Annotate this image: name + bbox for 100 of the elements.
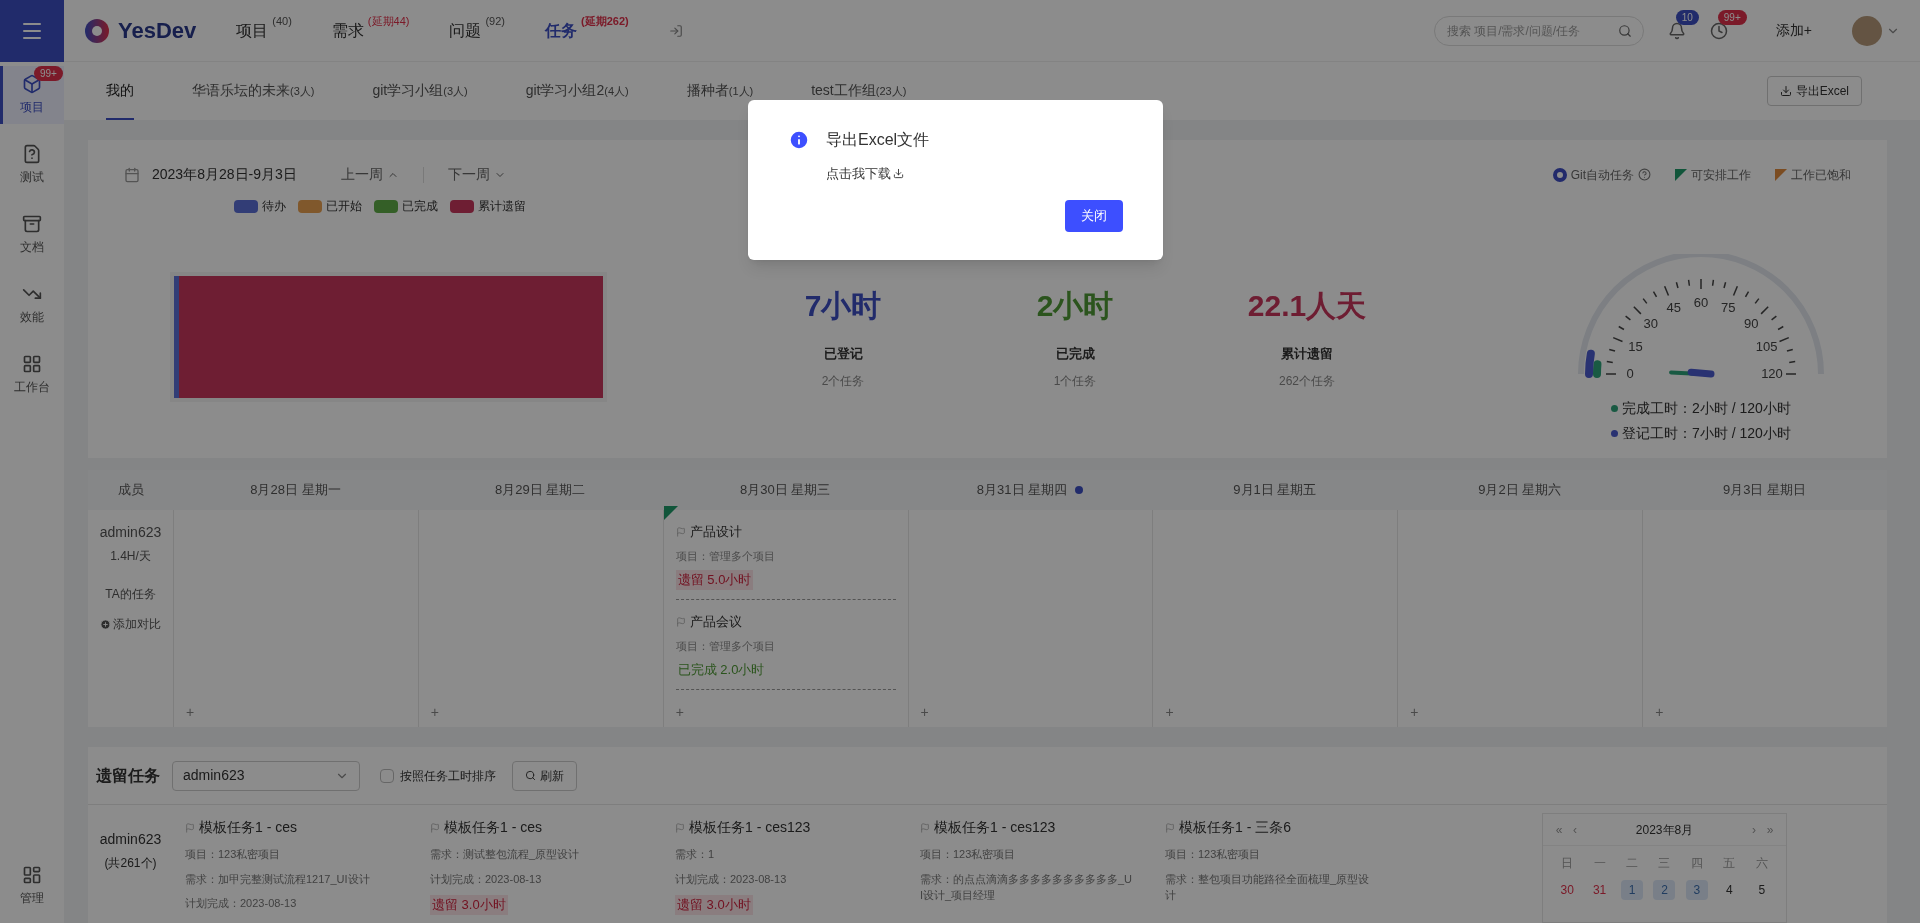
flag-legend-label: 可安排工作 (1691, 166, 1751, 184)
clock-icon[interactable] (1709, 21, 1728, 40)
add-task-button[interactable]: + (1655, 702, 1664, 723)
count-badge: 10 (1675, 9, 1699, 25)
calendar-nav-button[interactable]: « (1551, 820, 1567, 839)
add-task-button[interactable]: + (920, 702, 929, 723)
add-button[interactable]: 添加+ (1775, 20, 1812, 41)
task-flag-icon (430, 822, 440, 833)
task-title[interactable]: 产品设计 (689, 522, 742, 542)
logo-icon (84, 17, 110, 44)
task-detail: 需求：1 (675, 847, 716, 862)
calendar-date[interactable]: 1 (1621, 880, 1644, 900)
sidebar-icon (22, 74, 42, 94)
task-detail: 需求：整包项目功能路径全面梳理_原型设计 (1165, 871, 1371, 903)
add-task-button[interactable]: + (430, 702, 440, 723)
add-task-button[interactable]: + (1410, 702, 1419, 723)
download-link[interactable]: 点击我下载 (826, 164, 904, 184)
corner-flag-icon (1775, 168, 1787, 181)
group-tab[interactable]: 华语乐坛的未来(3人) (192, 62, 315, 120)
task-title[interactable]: 模板任务1 - 三条6 (1179, 817, 1291, 838)
column-header: 9月2日 星期六 (1478, 481, 1562, 500)
group-tab[interactable]: 我的 (106, 62, 134, 120)
sidebar-icon (22, 144, 42, 164)
avatar[interactable] (1852, 15, 1882, 46)
task-detail: 项目：123私密项目 (920, 847, 1017, 862)
stat-label: 累计遗留 (1281, 345, 1333, 364)
stat-label: 已登记 (823, 345, 863, 364)
sidebar-item[interactable]: 效能 (20, 308, 44, 326)
member-select[interactable]: admin623 (172, 760, 360, 791)
count-badge: 99+ (34, 66, 63, 81)
task-detail: 需求：加甲完整测试流程1217_UI设计 (185, 871, 371, 887)
bell-icon[interactable] (1667, 21, 1686, 40)
group-tab[interactable]: 播种者(1人) (686, 62, 754, 120)
task-title[interactable]: 模板任务1 - ces123 (934, 817, 1056, 838)
section-title: 遗留任务 (96, 765, 160, 786)
nav-tab[interactable]: 项目 $^{(40)}$ (236, 18, 292, 43)
task-detail: 项目：123私密项目 (185, 847, 282, 862)
task-flag-icon (185, 822, 195, 833)
nav-tab[interactable]: 问题 $^{(92)}$ (449, 18, 505, 43)
help-icon[interactable] (1638, 168, 1651, 181)
logo-text: YesDev (118, 17, 197, 45)
member-tasks-link[interactable]: TA的任务 (105, 585, 156, 603)
gauge-drawing: 0 15 30 45 60 75 90 105 120 (1571, 253, 1831, 394)
sidebar-item[interactable]: 文档 (20, 238, 44, 256)
sidebar-item[interactable]: 测试 (20, 168, 44, 186)
add-task-button[interactable]: + (675, 702, 684, 723)
calendar-nav-button[interactable]: ‹ (1567, 820, 1583, 839)
calendar-date[interactable]: 3 (1685, 880, 1708, 900)
checkbox[interactable] (380, 768, 394, 783)
sidebar-item[interactable]: 工作台 (14, 378, 50, 396)
add-circle-icon (100, 618, 111, 630)
task-title[interactable]: 模板任务1 - ces (444, 817, 542, 838)
stat-value: 7小时 (804, 288, 882, 325)
legend-label: 已开始 (326, 198, 362, 215)
add-task-button[interactable]: + (1165, 702, 1174, 723)
task-title[interactable]: 模板任务1 - ces123 (689, 817, 811, 838)
add-compare-button[interactable]: 添加对比 (100, 615, 161, 633)
legend-label: 已完成 (402, 198, 438, 215)
search-icon (525, 770, 536, 781)
search-icon[interactable] (1617, 23, 1632, 38)
task-detail: 计划完成：2023-08-13 (185, 896, 298, 911)
collapse-icon[interactable] (668, 23, 683, 38)
download-icon (893, 168, 904, 180)
nav-tab[interactable]: 需求 $^{(延期44)}$ (331, 18, 410, 43)
calendar-date[interactable]: 2 (1653, 880, 1676, 900)
calendar-nav-button[interactable]: » (1762, 820, 1778, 839)
member-rate: 1.4H/天 (110, 548, 151, 565)
calendar-date[interactable]: 31 (1588, 880, 1611, 900)
task-title[interactable]: 产品会议 (689, 612, 742, 632)
prev-week-button[interactable]: 上一周 (340, 164, 399, 185)
legend-label: 待办 (262, 198, 286, 215)
export-button[interactable]: 导出Excel (1766, 76, 1862, 106)
task-title[interactable]: 模板任务1 - ces (199, 817, 297, 838)
calendar-date[interactable]: 5 (1750, 880, 1773, 900)
sidebar-icon (22, 354, 42, 374)
group-tab[interactable]: test工作组(23人) (811, 62, 907, 120)
column-header: 8月30日 星期三 (739, 481, 831, 500)
refresh-button[interactable]: 刷新 (512, 760, 577, 791)
sidebar-item[interactable]: 管理 (20, 889, 44, 907)
calendar-date[interactable]: 30 (1556, 880, 1579, 900)
task-status: 已完成 2.0小时 (676, 661, 766, 679)
download-icon (1779, 85, 1792, 97)
stat-value: 22.1人天 (1247, 288, 1367, 325)
stat-subtext: 2个任务 (821, 372, 865, 390)
sidebar-item[interactable]: 项目 (20, 98, 44, 116)
group-tab[interactable]: git学习小组2(4人) (525, 62, 629, 120)
column-header: 8月29日 星期二 (495, 481, 586, 500)
task-flag-icon (675, 616, 686, 627)
gauge-reading: 登记工时：7小时 / 120小时 (1622, 423, 1791, 443)
add-task-button[interactable]: + (186, 702, 195, 723)
corner-flag-icon (1675, 168, 1687, 181)
calendar-date[interactable]: 4 (1718, 880, 1741, 900)
legend-label: 累计遗留 (478, 198, 526, 215)
group-tab[interactable]: git学习小组(3人) (372, 62, 468, 120)
calendar-nav-button[interactable]: › (1746, 820, 1762, 839)
close-button[interactable]: 关闭 (1065, 199, 1123, 232)
next-week-button[interactable]: 下一周 (447, 164, 506, 185)
gauge-reading: 完成工时：2小时 / 120小时 (1622, 398, 1791, 418)
task-status: 遗留 3.0小时 (430, 895, 508, 915)
task-detail: 项目：123私密项目 (1165, 847, 1262, 862)
